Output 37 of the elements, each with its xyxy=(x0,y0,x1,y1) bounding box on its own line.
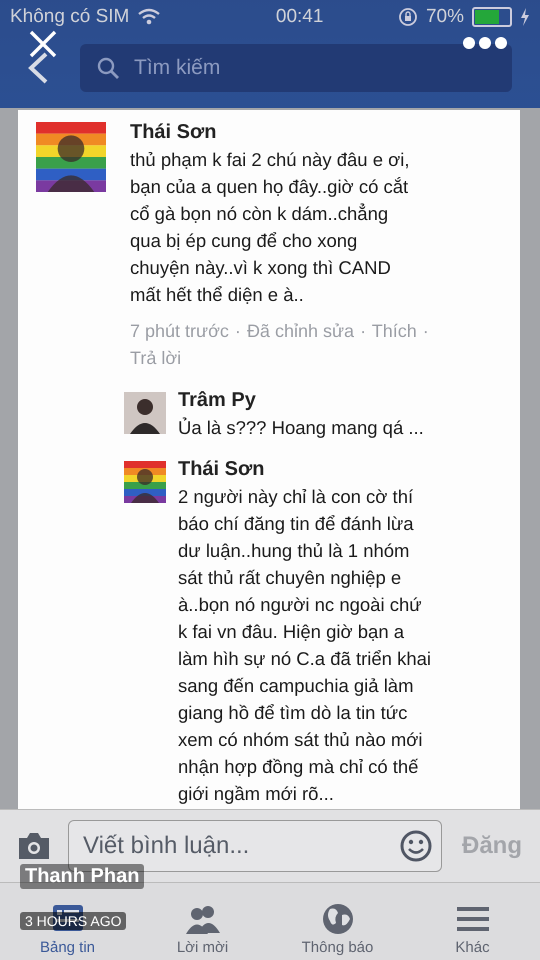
comment-action[interactable]: Thích xyxy=(372,321,417,341)
tab[interactable]: Lời mời xyxy=(135,901,270,956)
photo-time: 3 HOURS AGO xyxy=(20,912,126,930)
search-icon xyxy=(96,56,120,80)
rotation-lock-icon xyxy=(398,7,418,27)
clock: 00:41 xyxy=(276,6,324,28)
charging-icon xyxy=(520,8,530,26)
comment-text: thủ phạm k fai 2 chú này đâu e ơi, bạn của a quen họ đây..giờ có cắt cổ gà bọn nó còn k dám..chẳng qua bị ép cung để cho xong chuyện này..vì k xong thì CAND mất hết thể diện e à.. xyxy=(130,148,411,307)
wifi-icon xyxy=(137,8,162,26)
back-icon[interactable] xyxy=(26,51,50,85)
comment-action[interactable]: Trả lời xyxy=(130,348,182,368)
separator-dot: · xyxy=(234,321,241,341)
more-icon[interactable] xyxy=(462,36,508,50)
avatar[interactable] xyxy=(124,392,166,434)
tab[interactable]: Khác xyxy=(405,901,540,956)
close-icon[interactable] xyxy=(27,28,59,60)
avatar[interactable] xyxy=(36,122,106,192)
search-field[interactable]: Tìm kiếm xyxy=(132,55,496,81)
photo-author: Thanh Phan xyxy=(20,864,144,889)
timestamp: 7 phút trước xyxy=(130,321,229,341)
camera-icon[interactable] xyxy=(16,831,52,861)
battery-label: 70% xyxy=(426,6,464,28)
author-name[interactable]: Thái Sơn xyxy=(130,118,502,146)
comment-field[interactable]: Viết bình luận... xyxy=(81,831,399,861)
tab[interactable]: Thông báo xyxy=(270,901,405,956)
search-bar[interactable]: Tìm kiếm xyxy=(80,44,512,92)
emoji-icon[interactable] xyxy=(399,829,433,863)
comment-text: 2 người này chỉ là con cờ thí báo chí đăng tin để đánh lừa dư luận..hung thủ là 1 nhóm sát thủ rất chuyên nghiệp e à..bọn nó người nc ngoài chứ k fai vn đâu. Hiện giờ bạn a làm hìh sự nó C.a đã triển khai sang đến campuchia giả làm giang hồ để tìm dò la tin tức xem có nhóm sát thủ nào mới nhận hợp đồng mà chỉ có thế giới ngầm mới rõ... xyxy=(178,485,432,806)
author-name[interactable]: Thái Sơn xyxy=(178,455,502,483)
carrier-label: Không có SIM xyxy=(10,6,130,28)
comment-text: Ủa là s??? Hoang mang qá ... xyxy=(178,416,425,440)
comment-action[interactable]: Đã chỉnh sửa xyxy=(246,321,354,341)
avatar[interactable] xyxy=(124,461,166,503)
battery-icon xyxy=(472,7,512,27)
separator-dot: · xyxy=(360,321,366,341)
author-name[interactable]: Trâm Py xyxy=(178,386,502,414)
separator-dot: · xyxy=(422,321,429,341)
